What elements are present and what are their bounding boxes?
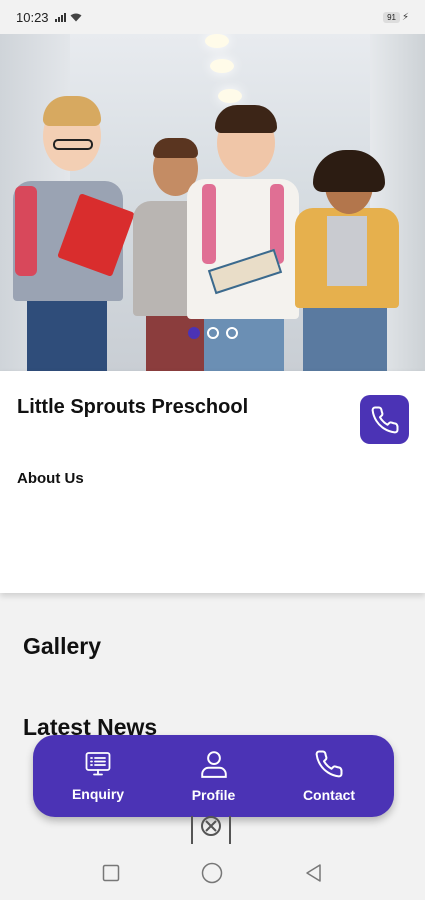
system-navigation-bar (0, 845, 425, 900)
signal-icon (54, 12, 66, 22)
status-bar: 10:23 91 ⚡ (0, 0, 425, 34)
call-button[interactable] (360, 395, 409, 444)
nav-enquiry-label: Enquiry (71, 786, 125, 802)
bottom-navigation: Enquiry Profile Contact (33, 735, 394, 817)
nav-profile-label: Profile (191, 787, 236, 803)
about-us-heading: About Us (17, 470, 84, 487)
recents-button[interactable] (91, 853, 131, 893)
phone-icon (315, 750, 343, 778)
back-button[interactable] (294, 853, 334, 893)
nav-enquiry[interactable]: Enquiry (53, 750, 143, 802)
wifi-icon (70, 13, 82, 21)
status-icons (54, 12, 82, 22)
profile-icon (200, 751, 227, 778)
phone-icon (371, 405, 399, 433)
broken-image-icon (191, 816, 231, 844)
circle-icon (202, 862, 223, 883)
home-button[interactable] (192, 853, 232, 893)
school-name: Little Sprouts Preschool (17, 396, 249, 418)
hero-photo-child (295, 150, 403, 371)
carousel-dot[interactable] (207, 327, 219, 339)
nav-contact-label: Contact (302, 787, 356, 803)
charging-icon: ⚡ (401, 11, 409, 23)
square-icon (102, 864, 120, 881)
nav-contact[interactable]: Contact (284, 749, 374, 803)
gallery-heading[interactable]: Gallery (23, 633, 101, 660)
carousel-indicator (188, 327, 238, 339)
school-info-card: Little Sprouts Preschool About Us (0, 371, 425, 593)
hero-photo-child (5, 96, 135, 371)
back-triangle-icon (306, 863, 321, 882)
nav-profile[interactable]: Profile (169, 749, 259, 803)
status-time: 10:23 (16, 9, 49, 25)
battery-level: 91 (383, 11, 400, 23)
enquiry-icon (85, 752, 111, 776)
hero-carousel[interactable] (0, 34, 425, 371)
carousel-dot[interactable] (188, 327, 200, 339)
battery-indicator: 91 ⚡ (383, 11, 409, 23)
carousel-dot[interactable] (226, 327, 238, 339)
